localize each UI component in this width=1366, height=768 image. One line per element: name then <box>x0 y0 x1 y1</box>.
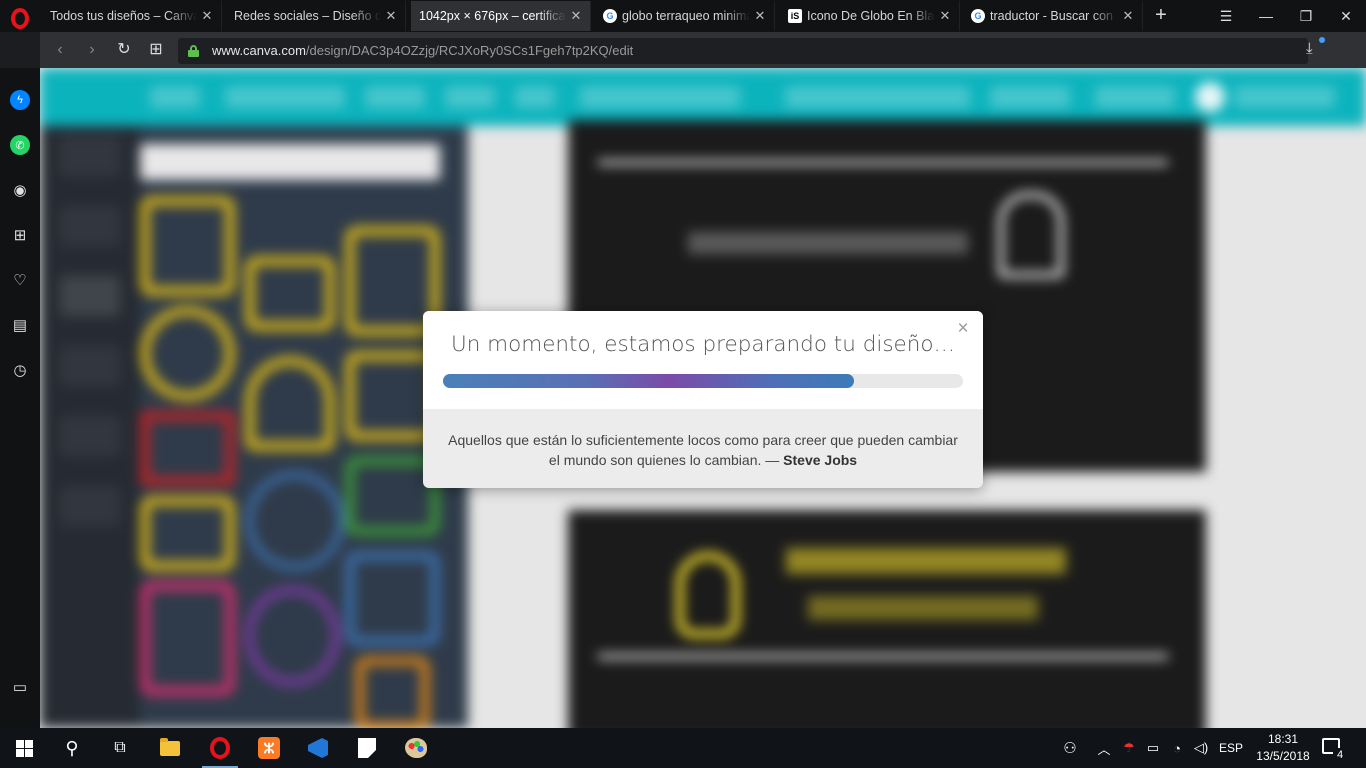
modal-title: Un momento, estamos preparando tu diseño… <box>450 332 956 357</box>
clock-time: 18:31 <box>1267 732 1299 746</box>
vscode-icon[interactable] <box>294 728 342 768</box>
show-hidden-icons-chevron-icon[interactable]: ︿ <box>1094 728 1114 768</box>
progress-bar <box>443 374 963 388</box>
file-explorer-icon[interactable] <box>146 728 194 768</box>
people-icon[interactable]: ⚇ <box>1058 728 1082 768</box>
volume-icon[interactable]: ◁) <box>1190 728 1212 768</box>
wifi-icon[interactable]: ◔ <box>1166 728 1188 768</box>
battery-icon[interactable]: ▭ <box>1142 728 1164 768</box>
language-indicator[interactable]: ESP <box>1216 728 1246 768</box>
loading-modal: × Un momento, estamos preparando tu dise… <box>423 311 983 488</box>
search-icon[interactable]: ⚲ <box>48 728 96 768</box>
quote-text: Aquellos que están lo suficientemente lo… <box>448 432 958 468</box>
modal-header: × Un momento, estamos preparando tu dise… <box>423 311 983 409</box>
quote: Aquellos que están lo suficientemente lo… <box>443 430 963 470</box>
modal-overlay: × Un momento, estamos preparando tu dise… <box>0 0 1366 728</box>
windows-taskbar: ⚲ ⧉ ⵣ ⚇ ︿ ☂ ▭ ◔ ◁) ESP 18:31 13/5/2018 4 <box>0 728 1366 768</box>
task-view-icon[interactable]: ⧉ <box>96 728 144 768</box>
clock-date: 13/5/2018 <box>1256 749 1310 763</box>
opera-taskbar-icon[interactable] <box>196 728 244 768</box>
start-button[interactable] <box>0 728 48 768</box>
sticky-notes-icon[interactable] <box>343 728 391 768</box>
screen: C Todos tus diseños – Canva ✕ C Redes so… <box>0 0 1366 768</box>
clock[interactable]: 18:31 13/5/2018 <box>1252 731 1314 765</box>
xampp-icon[interactable]: ⵣ <box>245 728 293 768</box>
paint-icon[interactable] <box>392 728 440 768</box>
windows-logo-icon <box>15 739 33 757</box>
quote-author: Steve Jobs <box>783 452 858 468</box>
progress-fill <box>443 374 854 388</box>
notification-count: 4 <box>1333 748 1347 762</box>
antivirus-icon[interactable]: ☂ <box>1118 728 1140 768</box>
